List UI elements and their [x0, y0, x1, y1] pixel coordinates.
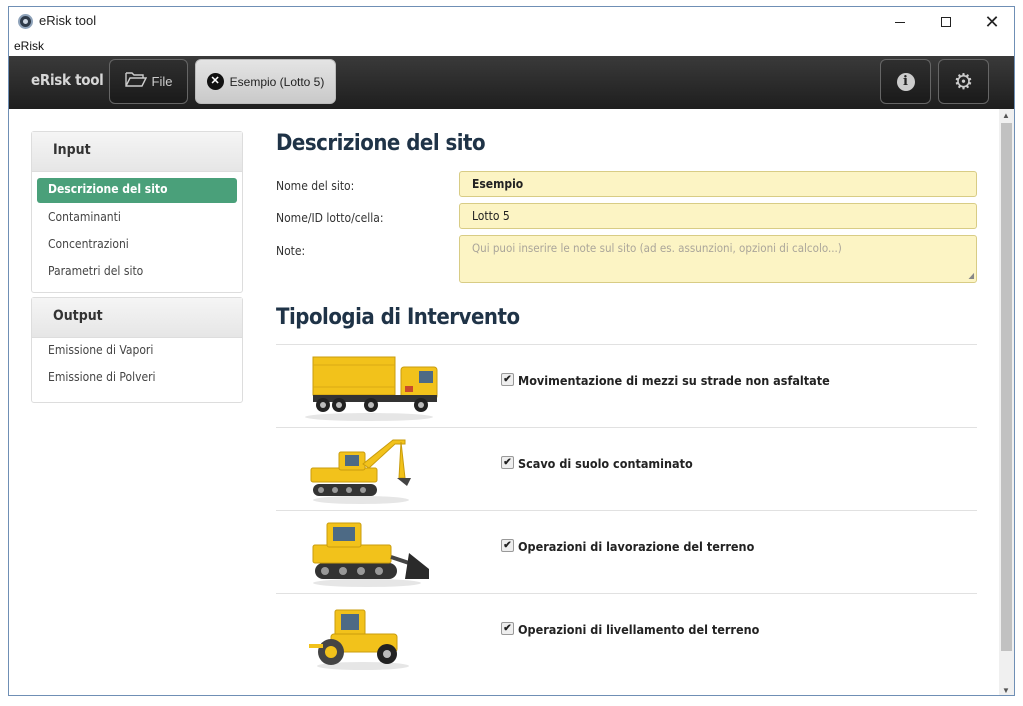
app-logo-icon — [18, 14, 33, 29]
folder-open-icon — [124, 71, 147, 92]
intervention-row: ✔ Movimentazione di mezzi su strade non … — [276, 344, 977, 427]
bulldozer-icon — [312, 522, 429, 587]
scroll-down-icon[interactable]: ▼ — [1002, 686, 1010, 695]
road-roller-icon — [309, 609, 409, 670]
excavator-icon — [310, 439, 411, 504]
scavo-label: Scavo di suolo contaminato — [518, 456, 693, 471]
file-button[interactable]: File — [109, 59, 188, 104]
menu-bar: eRisk — [9, 37, 1014, 56]
lavorazione-checkbox[interactable]: ✔ — [501, 539, 514, 552]
site-name-label: Nome del sito: — [276, 179, 355, 193]
livellamento-checkbox[interactable]: ✔ — [501, 622, 514, 635]
input-panel-header: Input — [32, 132, 242, 172]
close-tab-icon[interactable]: ✕ — [206, 73, 224, 90]
input-panel: Input Descrizione del sito Contaminanti … — [31, 131, 243, 293]
intervention-row: ✔ Operazioni di lavorazione del terreno — [276, 510, 977, 593]
toolbar: eRisk tool File ✕ Esempio (Lotto 5) i ⚙ — [9, 56, 1014, 109]
nav-item-emissione-di-vapori[interactable]: Emissione di Vapori — [37, 338, 237, 365]
nav-item-concentrazioni[interactable]: Concentrazioni — [37, 232, 237, 259]
info-button[interactable]: i — [880, 59, 931, 104]
intervention-title: Tipologia di Intervento — [276, 305, 520, 330]
lot-id-field[interactable]: Lotto 5 — [459, 203, 977, 229]
scroll-up-icon[interactable]: ▲ — [1002, 111, 1010, 120]
livellamento-label: Operazioni di livellamento del terreno — [518, 622, 760, 637]
menu-item-erisk[interactable]: eRisk — [14, 39, 44, 53]
info-icon: i — [896, 72, 915, 91]
maximize-icon — [941, 17, 951, 28]
minimize-icon — [895, 21, 905, 23]
site-name-field[interactable]: Esempio — [459, 171, 977, 197]
lavorazione-label: Operazioni di lavorazione del terreno — [518, 539, 755, 554]
notes-placeholder: Qui puoi inserire le note sul sito (ad e… — [472, 241, 842, 255]
notes-label: Note: — [276, 244, 306, 258]
nav-item-descrizione-del-sito[interactable]: Descrizione del sito — [37, 178, 237, 203]
output-panel: Output Emissione di Vapori Emissione di … — [31, 297, 243, 403]
dump-truck-icon — [305, 356, 438, 421]
lot-id-label: Nome/ID lotto/cella: — [276, 211, 384, 225]
window-title: eRisk tool — [39, 13, 97, 28]
intervention-row: ✔ Operazioni di livellamento del terreno — [276, 593, 977, 676]
maximize-button[interactable] — [923, 7, 969, 37]
resize-grip-icon[interactable]: ◢ — [968, 271, 974, 280]
settings-button[interactable]: ⚙ — [938, 59, 989, 104]
output-panel-header: Output — [32, 298, 242, 338]
notes-textarea[interactable]: Qui puoi inserire le note sul sito (ad e… — [459, 235, 977, 283]
site-description-title: Descrizione del sito — [276, 131, 486, 156]
file-button-label: File — [151, 74, 173, 89]
nav-item-parametri-del-sito[interactable]: Parametri del sito — [37, 259, 237, 286]
minimize-button[interactable] — [877, 7, 923, 37]
gear-icon: ⚙ — [953, 68, 974, 94]
nav-item-emissione-di-polveri[interactable]: Emissione di Polveri — [37, 365, 237, 392]
scrollbar-thumb[interactable] — [1001, 123, 1012, 651]
app-window: eRisk tool ✕ eRisk eRisk tool File ✕ Ese… — [8, 6, 1015, 696]
title-bar: eRisk tool ✕ — [9, 7, 1014, 37]
tab-label: Esempio (Lotto 5) — [229, 74, 325, 89]
intervention-row: ✔ Scavo di suolo contaminato — [276, 427, 977, 510]
scavo-checkbox[interactable]: ✔ — [501, 456, 514, 469]
nav-item-contaminanti[interactable]: Contaminanti — [37, 205, 237, 232]
brand-label: eRisk tool — [31, 71, 104, 89]
movimentazione-label: Movimentazione di mezzi su strade non as… — [518, 373, 830, 388]
movimentazione-checkbox[interactable]: ✔ — [501, 373, 514, 386]
vertical-scrollbar[interactable]: ▲ ▼ — [999, 109, 1014, 695]
tab-esempio[interactable]: ✕ Esempio (Lotto 5) — [195, 59, 336, 104]
close-icon: ✕ — [984, 12, 1000, 32]
content-area: Input Descrizione del sito Contaminanti … — [9, 109, 999, 695]
close-window-button[interactable]: ✕ — [969, 7, 1014, 37]
